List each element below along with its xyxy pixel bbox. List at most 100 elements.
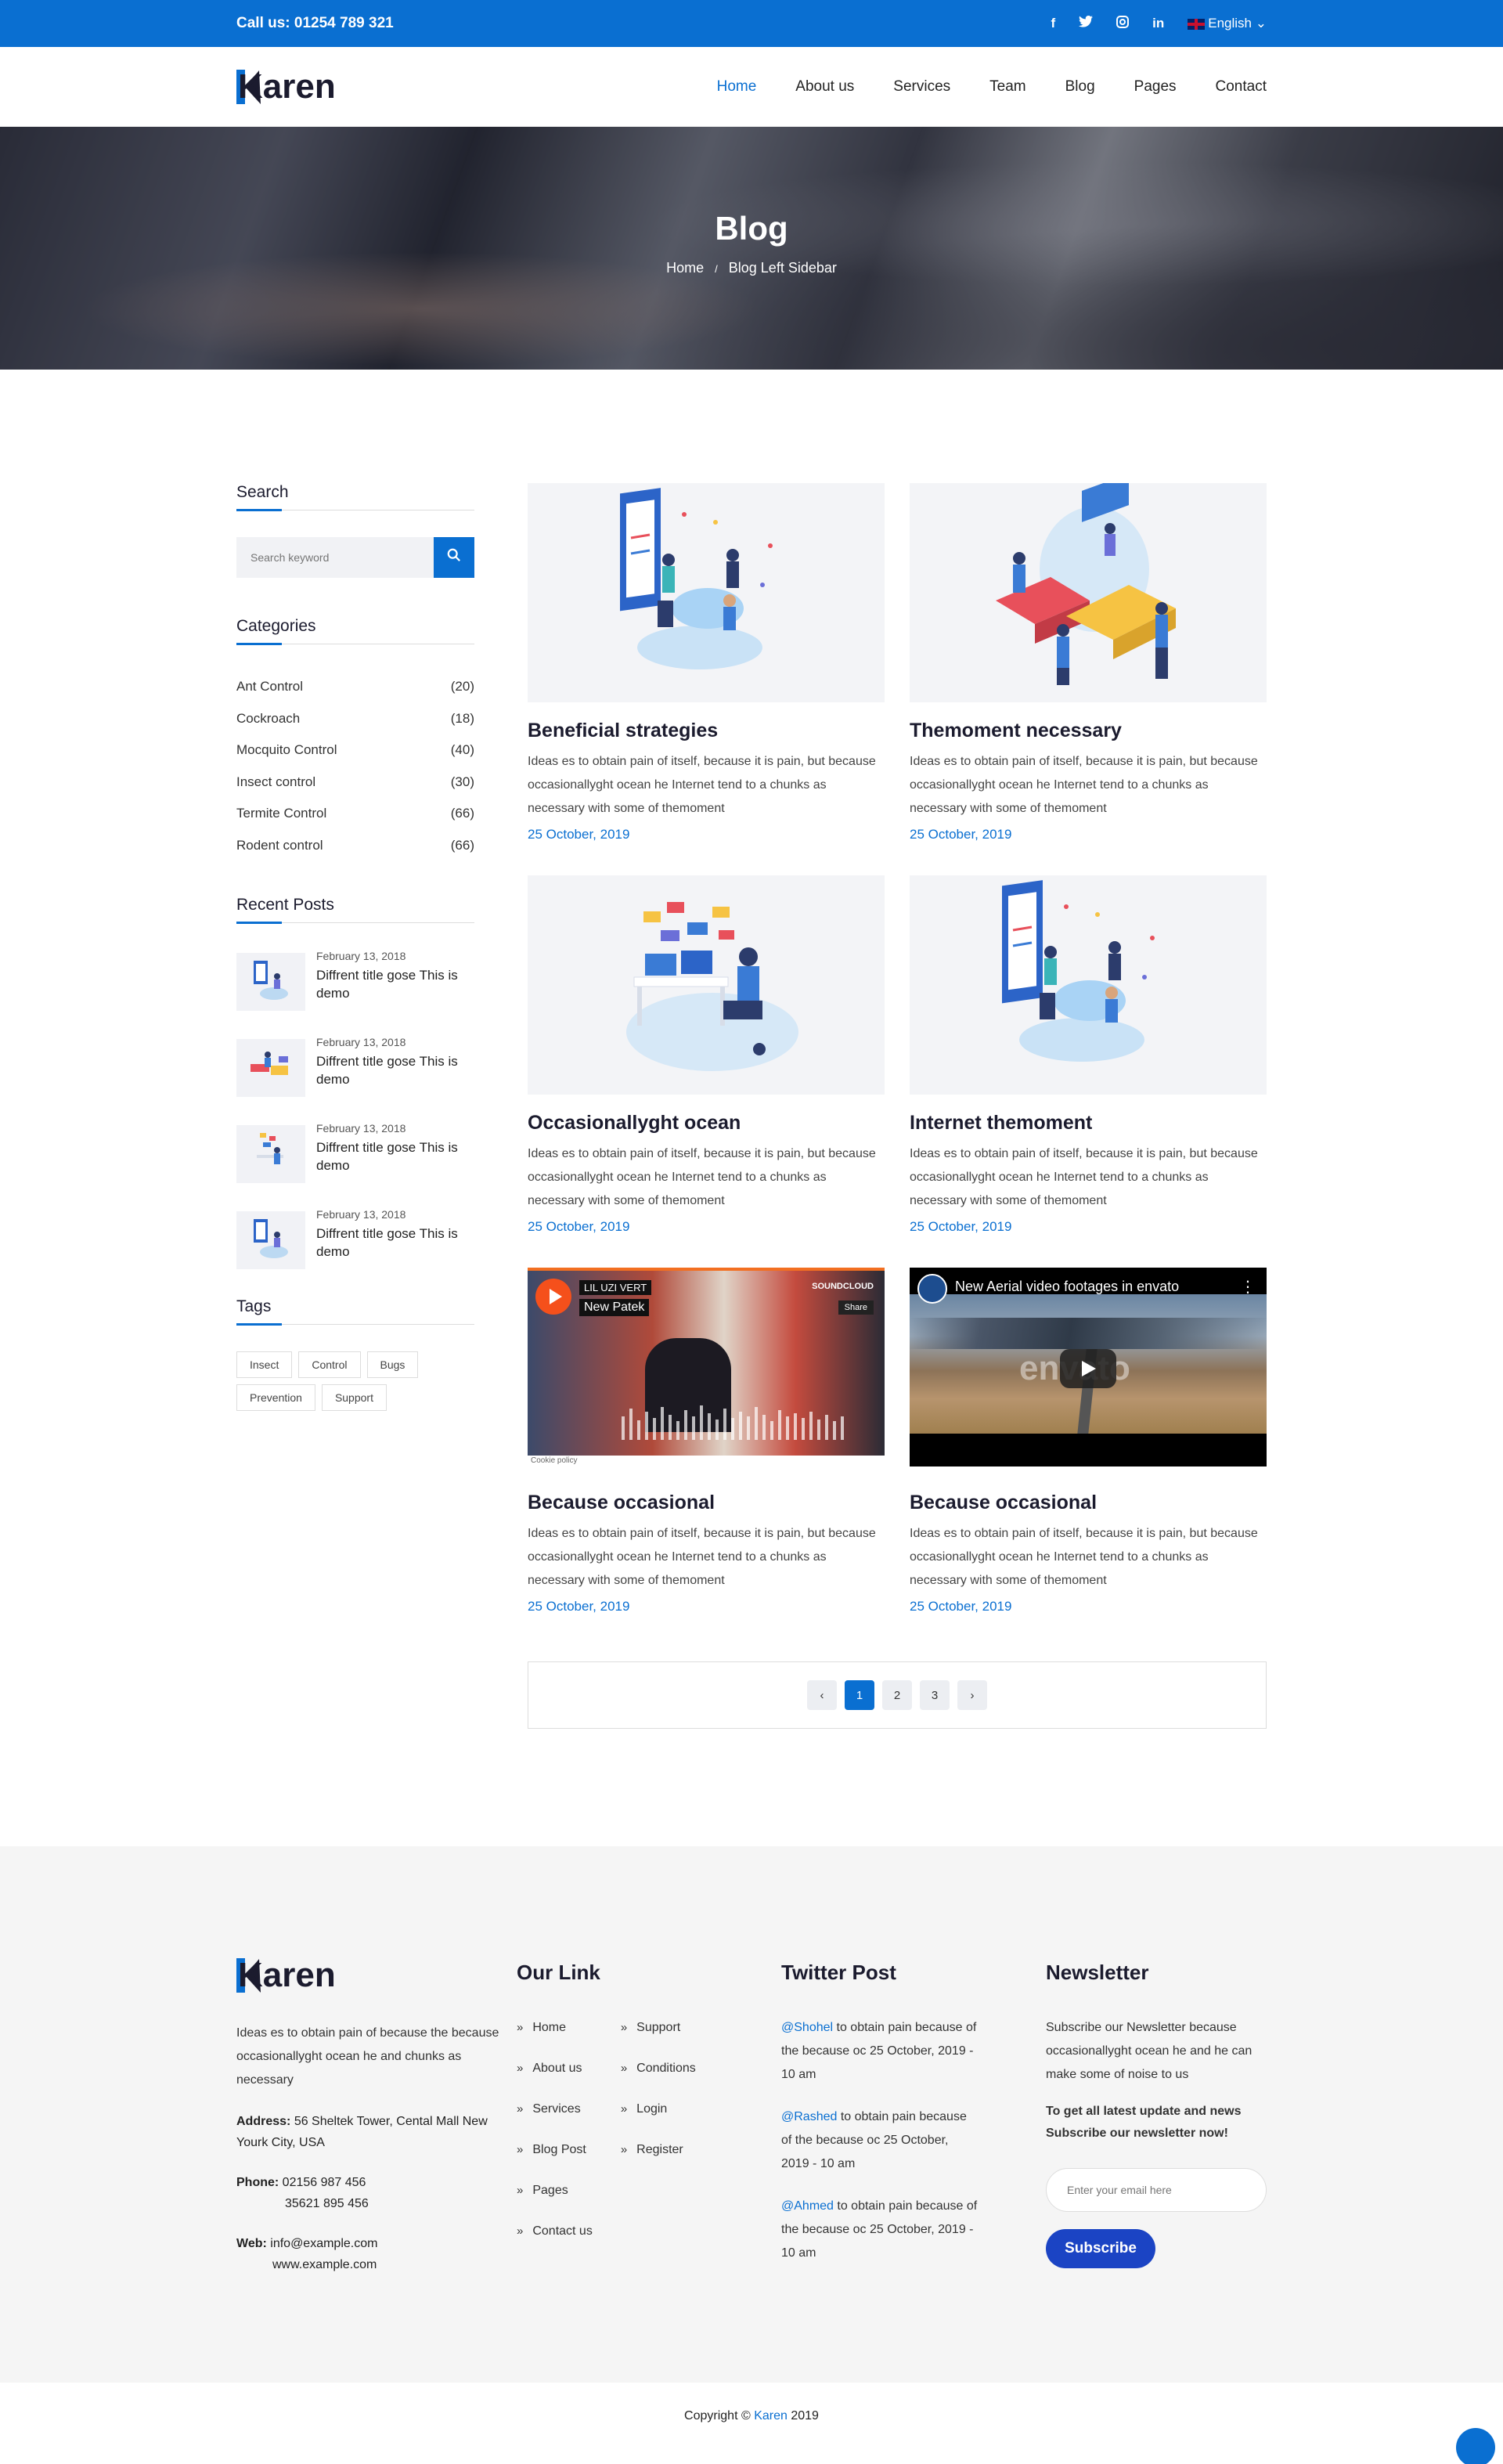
post-date[interactable]: 25 October, 2019 [528, 1219, 885, 1235]
soundcloud-embed[interactable]: LIL UZI VERT New Patek SOUNDCLOUD Share … [528, 1268, 885, 1466]
category-item[interactable]: Insect control (30) [236, 767, 474, 799]
share-button[interactable]: Share [838, 1301, 874, 1315]
recent-post-title[interactable]: Diffrent title gose This is demo [316, 967, 474, 1003]
newsletter-cta: To get all latest update and news Subscr… [1046, 2105, 1242, 2140]
post-date[interactable]: 25 October, 2019 [910, 827, 1267, 842]
blog-post-card: Themoment necessary Ideas es to obtain p… [910, 483, 1267, 842]
category-item[interactable]: Rodent control (66) [236, 830, 474, 862]
footer-logo[interactable]: Karen [236, 1956, 517, 1995]
tweet-handle[interactable]: @Shohel [781, 2021, 833, 2034]
post-image[interactable] [528, 483, 885, 702]
search-form [236, 537, 474, 578]
page-2-button[interactable]: 2 [882, 1680, 912, 1710]
language-select[interactable]: English ⌄ [1188, 16, 1267, 31]
recent-post-title[interactable]: Diffrent title gose This is demo [316, 1139, 474, 1175]
instagram-icon[interactable] [1116, 15, 1130, 32]
post-date[interactable]: 25 October, 2019 [910, 1599, 1267, 1614]
footer-twitter: Twitter Post @Shohel to obtain pain beca… [781, 1956, 1046, 2284]
next-page-button[interactable]: › [957, 1680, 987, 1710]
post-title[interactable]: Beneficial strategies [528, 720, 885, 742]
language-label: English [1208, 16, 1252, 31]
linkedin-icon[interactable]: in [1152, 16, 1164, 31]
play-icon[interactable] [535, 1279, 571, 1315]
post-title[interactable]: Because occasional [910, 1492, 1267, 1514]
post-date[interactable]: 25 October, 2019 [528, 1599, 885, 1614]
recent-posts: February 13, 2018 Diffrent title gose Thi… [236, 950, 474, 1269]
post-image[interactable] [910, 875, 1267, 1095]
subscribe-button[interactable]: Subscribe [1046, 2229, 1155, 2268]
scroll-to-top-button[interactable] [1456, 2428, 1495, 2464]
post-image[interactable] [528, 875, 885, 1095]
video-title[interactable]: New Aerial video footages in envato [955, 1279, 1179, 1295]
footer-link[interactable]: Contact us [517, 2220, 592, 2243]
footer-link[interactable]: Register [621, 2138, 696, 2162]
recent-post[interactable]: February 13, 2018 Diffrent title gose Thi… [236, 950, 474, 1011]
soundcloud-track[interactable]: New Patek [579, 1299, 650, 1316]
category-item[interactable]: Cockroach (18) [236, 703, 474, 735]
recent-post[interactable]: February 13, 2018 Diffrent title gose Thi… [236, 1036, 474, 1097]
tag-support[interactable]: Support [321, 1384, 387, 1411]
soundcloud-topbar [528, 1268, 885, 1271]
soundcloud-artist[interactable]: LIL UZI VERT [579, 1280, 652, 1295]
nav-team[interactable]: Team [989, 78, 1025, 96]
post-title[interactable]: Occasionallyght ocean [528, 1112, 885, 1135]
logo[interactable]: Karen [236, 67, 336, 106]
prev-page-button[interactable]: ‹ [807, 1680, 837, 1710]
tag-insect[interactable]: Insect [236, 1351, 293, 1378]
more-options-icon[interactable]: ⋮ [1240, 1277, 1256, 1297]
post-image[interactable] [910, 483, 1267, 702]
footer-link[interactable]: Login [621, 2098, 696, 2121]
post-title[interactable]: Internet themoment [910, 1112, 1267, 1135]
tweet-handle[interactable]: @Rashed [781, 2110, 837, 2123]
nav-about[interactable]: About us [795, 78, 854, 96]
category-item[interactable]: Termite Control (66) [236, 798, 474, 830]
recent-post-title[interactable]: Diffrent title gose This is demo [316, 1053, 474, 1089]
newsletter-email-input[interactable] [1046, 2168, 1267, 2212]
footer-link[interactable]: About us [517, 2057, 593, 2080]
twitter-icon[interactable] [1079, 15, 1094, 31]
search-button[interactable] [434, 537, 474, 578]
blog-post-card: Occasionallyght ocean Ideas es to obtain… [528, 875, 885, 1235]
nav-home[interactable]: Home [717, 78, 757, 96]
footer-link[interactable]: Home [517, 2016, 593, 2040]
youtube-embed[interactable]: New Aerial video footages in envato ⋮ en… [910, 1268, 1267, 1466]
footer-link[interactable]: Pages [517, 2179, 593, 2202]
website-link[interactable]: www.example.com [236, 2258, 377, 2271]
recent-post[interactable]: February 13, 2018 Diffrent title gose Thi… [236, 1208, 474, 1269]
tag-bugs[interactable]: Bugs [366, 1351, 419, 1378]
tweet-handle[interactable]: @Ahmed [781, 2199, 834, 2213]
recent-post-title[interactable]: Diffrent title gose This is demo [316, 1225, 474, 1261]
tag-control[interactable]: Control [298, 1351, 361, 1378]
category-item[interactable]: Mocquito Control (40) [236, 734, 474, 767]
email-link[interactable]: info@example.com [270, 2237, 377, 2250]
footer-link[interactable]: Blog Post [517, 2138, 593, 2162]
facebook-icon[interactable]: f [1051, 16, 1055, 31]
tag-prevention[interactable]: Prevention [236, 1384, 315, 1411]
blog-post-card: LIL UZI VERT New Patek SOUNDCLOUD Share … [528, 1268, 885, 1614]
play-icon[interactable] [1060, 1349, 1116, 1388]
post-title[interactable]: Themoment necessary [910, 720, 1267, 742]
recent-post[interactable]: February 13, 2018 Diffrent title gose Thi… [236, 1122, 474, 1183]
cookie-policy-link[interactable]: Cookie policy [528, 1456, 885, 1466]
recent-post-thumbnail [236, 1125, 305, 1183]
nav-pages[interactable]: Pages [1134, 78, 1177, 96]
category-item[interactable]: Ant Control (20) [236, 671, 474, 703]
footer-link[interactable]: Support [621, 2016, 696, 2040]
search-input[interactable] [236, 537, 434, 578]
channel-avatar[interactable] [917, 1274, 947, 1304]
footer-link[interactable]: Services [517, 2098, 593, 2121]
breadcrumb-home[interactable]: Home [666, 260, 704, 276]
nav-blog[interactable]: Blog [1065, 78, 1095, 96]
post-title[interactable]: Because occasional [528, 1492, 885, 1514]
nav-contact[interactable]: Contact [1216, 78, 1267, 96]
footer-link[interactable]: Conditions [621, 2057, 696, 2080]
page-3-button[interactable]: 3 [920, 1680, 950, 1710]
nav-services[interactable]: Services [893, 78, 950, 96]
copyright-brand[interactable]: Karen [754, 2409, 788, 2423]
category-name: Insect control [236, 774, 316, 789]
page-banner: Blog Home / Blog Left Sidebar [0, 127, 1503, 370]
post-date[interactable]: 25 October, 2019 [910, 1219, 1267, 1235]
post-date[interactable]: 25 October, 2019 [528, 827, 885, 842]
page-1-button[interactable]: 1 [845, 1680, 874, 1710]
search-widget-title: Search [236, 483, 474, 511]
